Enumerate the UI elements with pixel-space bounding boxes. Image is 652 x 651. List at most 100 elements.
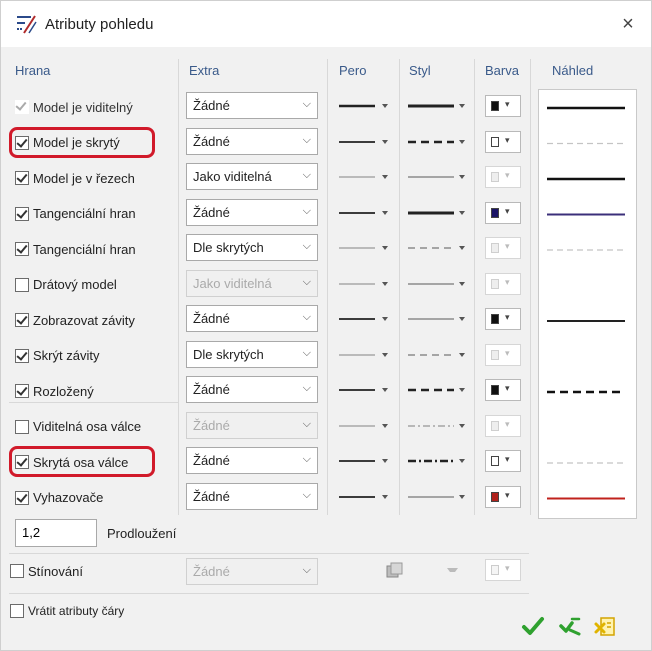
- shading-checkbox-box[interactable]: [10, 564, 24, 578]
- edge-visibility-checkbox[interactable]: Vyhazovače: [15, 488, 103, 508]
- extension-label: Prodloužení: [107, 526, 177, 541]
- color-swatch: [491, 101, 499, 111]
- shading-select[interactable]: Žádné ⌵: [186, 558, 318, 585]
- edge-type-label: Model je viditelný: [33, 99, 133, 115]
- line-style-select[interactable]: [406, 206, 466, 220]
- reset-line-attributes-checkbox[interactable]: Vrátit atributy čáry: [10, 601, 124, 621]
- edge-visibility-checkbox[interactable]: Viditelná osa válce: [15, 417, 141, 437]
- edge-type-label: Rozložený: [33, 383, 94, 399]
- extension-input[interactable]: 1,2: [15, 519, 97, 547]
- extra-select[interactable]: Žádné ⌵: [186, 376, 318, 403]
- color-picker[interactable]: ▾: [485, 130, 521, 153]
- checkbox-box[interactable]: [15, 171, 29, 185]
- shading-style-dropdown-icon[interactable]: [447, 568, 458, 575]
- line-style-select[interactable]: [406, 312, 466, 326]
- extra-select[interactable]: Jako viditelná ⌵: [186, 269, 318, 297]
- reset-checkbox-box[interactable]: [10, 604, 24, 618]
- shading-color-picker[interactable]: ▾: [485, 559, 521, 581]
- close-button[interactable]: ×: [615, 11, 641, 37]
- chevron-down-icon: [382, 352, 388, 357]
- view-attributes-dialog: Atributy pohledu × Hrana Extra Pero Styl…: [0, 0, 652, 651]
- color-picker[interactable]: ▾: [485, 237, 521, 259]
- checkbox-box[interactable]: [15, 490, 29, 505]
- checkbox-box[interactable]: [15, 384, 29, 398]
- checkbox-box[interactable]: [15, 206, 29, 221]
- color-picker[interactable]: ▾: [485, 450, 521, 472]
- color-picker[interactable]: ▾: [485, 308, 521, 330]
- pen-select[interactable]: [337, 490, 391, 504]
- line-style-select[interactable]: [406, 383, 466, 397]
- header-styl: Styl: [409, 63, 431, 78]
- color-picker[interactable]: ▾: [485, 201, 521, 224]
- shading-select-value: Žádné: [193, 564, 230, 579]
- edge-visibility-checkbox[interactable]: Zobrazovat závity: [15, 310, 135, 330]
- extra-select[interactable]: Jako viditelná ⌵: [186, 163, 318, 190]
- edge-visibility-checkbox[interactable]: Tangenciální hran: [15, 204, 136, 224]
- shading-checkbox[interactable]: Stínování: [10, 561, 83, 581]
- edge-visibility-checkbox[interactable]: Rozložený: [15, 381, 94, 401]
- pen-select[interactable]: [337, 383, 391, 397]
- line-style-select[interactable]: [406, 277, 466, 291]
- edge-visibility-checkbox[interactable]: Skrýt závity: [15, 346, 99, 366]
- edge-visibility-checkbox[interactable]: Model je v řezech: [15, 168, 135, 188]
- extra-select[interactable]: Žádné ⌵: [186, 482, 318, 510]
- line-style-select[interactable]: [406, 135, 466, 149]
- color-picker[interactable]: ▾: [485, 414, 521, 437]
- extra-select[interactable]: Žádné ⌵: [186, 92, 318, 119]
- line-style-select[interactable]: [406, 241, 466, 255]
- line-style-select[interactable]: [406, 170, 466, 184]
- edge-visibility-checkbox[interactable]: Model je viditelný: [15, 97, 133, 117]
- ok-check-icon[interactable]: [521, 614, 545, 638]
- pen-select[interactable]: [337, 241, 391, 255]
- line-attributes-icon: [17, 15, 37, 34]
- pen-select[interactable]: [337, 206, 391, 220]
- pen-select[interactable]: [337, 454, 391, 468]
- pen-select[interactable]: [337, 348, 391, 362]
- highlight-annotation: [9, 446, 155, 477]
- checkbox-box[interactable]: [15, 313, 29, 327]
- apply-check-icon[interactable]: [558, 614, 582, 638]
- line-style-select[interactable]: [406, 454, 466, 468]
- pen-select[interactable]: [337, 312, 391, 326]
- pen-select[interactable]: [337, 135, 391, 149]
- extra-select[interactable]: Žádné ⌵: [186, 127, 318, 155]
- checkbox-box[interactable]: [15, 242, 29, 256]
- pen-select[interactable]: [337, 99, 391, 113]
- checkbox-box[interactable]: [15, 419, 29, 434]
- color-picker[interactable]: ▾: [485, 485, 521, 508]
- extra-select[interactable]: Žádné ⌵: [186, 411, 318, 439]
- pen-select[interactable]: [337, 419, 391, 433]
- chevron-down-icon: ▾: [505, 489, 510, 500]
- edge-visibility-checkbox[interactable]: Drátový model: [15, 275, 117, 295]
- pen-select[interactable]: [337, 277, 391, 291]
- line-style-select[interactable]: [406, 99, 466, 113]
- line-style-select[interactable]: [406, 419, 466, 433]
- color-swatch: [491, 172, 499, 182]
- color-picker[interactable]: ▾: [485, 272, 521, 295]
- checkbox-box[interactable]: [15, 348, 29, 363]
- extra-select[interactable]: Dle skrytých ⌵: [186, 340, 318, 368]
- line-style-select[interactable]: [406, 348, 466, 362]
- edge-attribute-row: Tangenciální hran Dle skrytých ⌵ ▾: [1, 231, 541, 265]
- chevron-down-icon: [459, 459, 465, 463]
- checkbox-box[interactable]: [15, 100, 29, 114]
- color-picker[interactable]: ▾: [485, 379, 521, 401]
- cancel-icon[interactable]: [593, 614, 617, 638]
- chevron-down-icon: [459, 281, 465, 286]
- pen-select[interactable]: [337, 170, 391, 184]
- chevron-down-icon: ▾: [505, 134, 510, 145]
- shading-pen-icon[interactable]: [385, 562, 405, 580]
- chevron-down-icon: ▾: [505, 418, 510, 429]
- extra-select[interactable]: Žádné ⌵: [186, 198, 318, 226]
- color-picker[interactable]: ▾: [485, 166, 521, 188]
- checkbox-box[interactable]: [15, 277, 29, 292]
- line-style-select[interactable]: [406, 490, 466, 504]
- extra-select[interactable]: Dle skrytých ⌵: [186, 234, 318, 261]
- extra-select[interactable]: Žádné ⌵: [186, 447, 318, 474]
- chevron-down-icon: ⌵: [302, 382, 311, 394]
- color-picker[interactable]: ▾: [485, 343, 521, 366]
- color-picker[interactable]: ▾: [485, 95, 521, 117]
- extra-select[interactable]: Žádné ⌵: [186, 305, 318, 332]
- header-pero: Pero: [339, 63, 367, 78]
- edge-visibility-checkbox[interactable]: Tangenciální hran: [15, 239, 136, 259]
